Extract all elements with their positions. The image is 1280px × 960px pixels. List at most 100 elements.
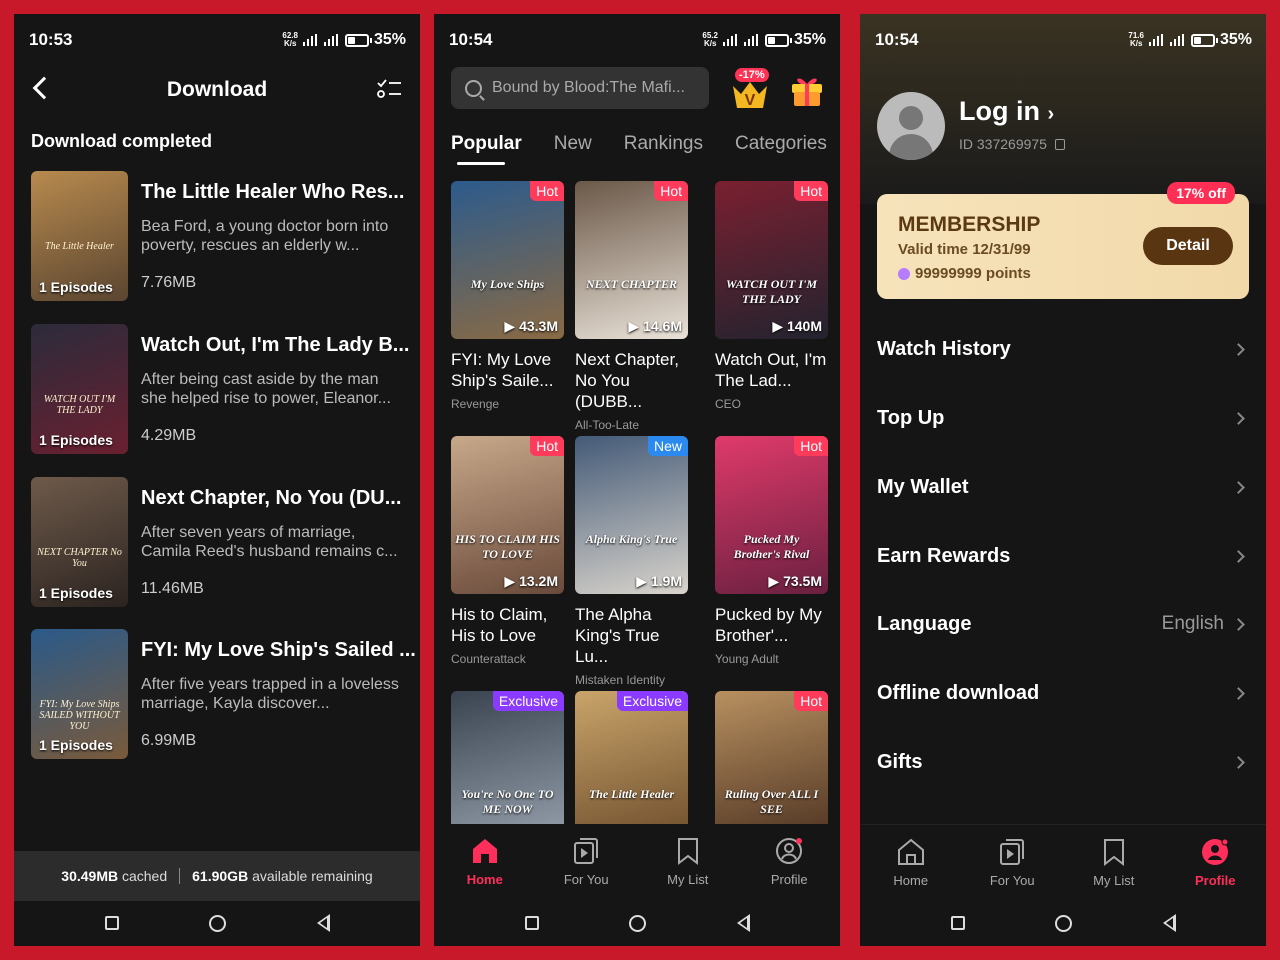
view-count: ▶ 140M (772, 318, 822, 334)
poster-thumbnail: The Little Healer 1 Episodes (31, 171, 128, 301)
gift-icon[interactable] (789, 70, 825, 108)
tab-popular[interactable]: Popular (451, 133, 522, 165)
menu-label: Top Up (877, 406, 945, 429)
recents-button[interactable] (104, 916, 119, 930)
system-nav-bar (434, 900, 840, 946)
menu-item-language[interactable]: Language English (877, 604, 1249, 644)
view-count: ▶ 1.9M (636, 573, 682, 589)
system-back-button[interactable] (736, 914, 750, 932)
home-button[interactable] (629, 914, 646, 932)
episodes-count: 1 Episodes (39, 279, 113, 295)
system-nav-bar (860, 900, 1266, 946)
episodes-count: 1 Episodes (39, 737, 113, 753)
card-poster: NEXT CHAPTER Hot ▶ 14.6M (575, 181, 688, 339)
menu-item-top-up[interactable]: Top Up (877, 398, 1249, 438)
menu-item-my-wallet[interactable]: My Wallet (877, 467, 1249, 507)
download-item[interactable]: NEXT CHAPTER No You 1 Episodes Next Chapte… (31, 477, 411, 609)
divider (179, 868, 181, 884)
menu-item-watch-history[interactable]: Watch History (877, 329, 1249, 369)
tab-profile[interactable]: Profile (749, 836, 829, 887)
recents-button[interactable] (950, 916, 965, 930)
download-item[interactable]: FYI: My Love Ships SAILED WITHOUT YOU 1 E… (31, 629, 416, 761)
drama-card[interactable]: HIS TO CLAIM HIS TO LOVE Hot ▶ 13.2M His to… (451, 436, 564, 666)
tab-home[interactable]: Home (871, 837, 951, 888)
tab-new[interactable]: New (554, 133, 592, 155)
wifi-icon (722, 34, 739, 46)
tab-my-list[interactable]: My List (1074, 837, 1154, 888)
download-item[interactable]: The Little Healer 1 Episodes The Little He… (31, 171, 411, 303)
item-description: After seven years of marriage, Camila Re… (141, 524, 398, 560)
chevron-right-icon (1232, 617, 1245, 631)
tab-home[interactable]: Home (445, 836, 525, 887)
card-poster: HIS TO CLAIM HIS TO LOVE Hot ▶ 13.2M (451, 436, 564, 594)
bottom-tab-bar: Home For You My List Profile (434, 824, 840, 896)
drama-card[interactable]: My Love Ships Hot ▶ 43.3M FYI: My Love Ship… (451, 181, 564, 411)
menu-item-gifts[interactable]: Gifts (877, 742, 1249, 782)
card-genre: Revenge (451, 397, 500, 411)
file-size: 6.99MB (141, 732, 197, 749)
poster-text: Alpha King's True (585, 532, 678, 546)
home-button[interactable] (209, 914, 226, 932)
menu-item-earn-rewards[interactable]: Earn Rewards (877, 536, 1249, 576)
search-icon (465, 79, 482, 97)
section-title: Download completed (31, 131, 213, 151)
membership-card[interactable]: 17% off MEMBERSHIP Valid time 12/31/99 9… (877, 182, 1249, 299)
select-list-icon[interactable] (376, 78, 402, 100)
tab-categories[interactable]: Categories (735, 133, 827, 155)
detail-button[interactable]: Detail (1143, 227, 1233, 265)
download-screen: 10:53 62.8 K/s 35% Download Download comp… (14, 14, 420, 946)
for-you-icon (574, 838, 599, 864)
tab-my-list[interactable]: My List (648, 836, 728, 887)
tab-rankings[interactable]: Rankings (624, 133, 703, 155)
file-size: 7.76MB (141, 274, 197, 291)
menu-label: Earn Rewards (877, 544, 1011, 567)
card-title: Watch Out, I'm The Lad... (715, 350, 827, 390)
poster-text: Pucked My Brother's Rival (733, 532, 810, 561)
chevron-right-icon (1232, 480, 1245, 494)
card-tag: Hot (794, 181, 828, 201)
battery-level: 35% (793, 31, 826, 48)
search-input[interactable]: Bound by Blood:The Mafi... (451, 67, 709, 109)
card-tag: Hot (654, 181, 688, 201)
tab-for-you[interactable]: For You (972, 837, 1052, 888)
card-genre: All-Too-Late (575, 418, 640, 432)
membership-title: MEMBERSHIP (898, 213, 1041, 236)
item-description: After being cast aside by the man she he… (141, 371, 391, 407)
menu-item-offline-download[interactable]: Offline download (877, 673, 1249, 713)
copy-icon[interactable] (1054, 139, 1065, 150)
drama-card[interactable]: Pucked My Brother's Rival Hot ▶ 73.5M Pucke… (715, 436, 828, 666)
card-poster: Alpha King's True New ▶ 1.9M (575, 436, 688, 594)
status-bar: 10:53 62.8 K/s 35% (14, 14, 420, 66)
menu-label: Language (877, 612, 972, 635)
user-id: ID 337269975 (959, 136, 1065, 152)
episodes-count: 1 Episodes (39, 432, 113, 448)
system-back-button[interactable] (1162, 914, 1176, 932)
menu-label: Offline download (877, 681, 1040, 704)
system-back-button[interactable] (316, 914, 330, 932)
login-link[interactable]: Log in › (959, 96, 1054, 127)
drama-card[interactable]: NEXT CHAPTER Hot ▶ 14.6M Next Chapter, No Y… (575, 181, 688, 432)
home-button[interactable] (1055, 914, 1072, 932)
recents-button[interactable] (524, 916, 539, 930)
vip-button[interactable]: -17% V (729, 68, 771, 112)
menu-label: Watch History (877, 337, 1011, 360)
menu-value: English (1161, 613, 1224, 634)
drama-card[interactable]: Alpha King's True New ▶ 1.9M The Alpha King… (575, 436, 688, 687)
wifi-icon (1148, 34, 1165, 46)
card-genre: CEO (715, 397, 742, 411)
drama-card[interactable]: WATCH OUT I'M THE LADY Hot ▶ 140M Watch Out… (715, 181, 828, 411)
membership-valid: Valid time 12/31/99 (898, 241, 1031, 258)
signal-icon (323, 34, 340, 46)
svg-text:V: V (745, 92, 756, 109)
item-description: Bea Ford, a young doctor born into pover… (141, 218, 389, 254)
download-item[interactable]: WATCH OUT I'M THE LADY 1 Episodes Watch Ou… (31, 324, 411, 456)
tab-profile[interactable]: Profile (1175, 837, 1255, 888)
membership-points: 99999999 points (898, 265, 1031, 282)
avatar[interactable] (877, 92, 945, 160)
battery-icon (1190, 33, 1218, 47)
item-title: FYI: My Love Ship's Sailed ... (141, 639, 416, 661)
back-icon[interactable] (32, 76, 56, 100)
card-genre: Young Adult (715, 652, 779, 666)
view-count: ▶ 14.6M (628, 318, 682, 334)
tab-for-you[interactable]: For You (546, 836, 626, 887)
